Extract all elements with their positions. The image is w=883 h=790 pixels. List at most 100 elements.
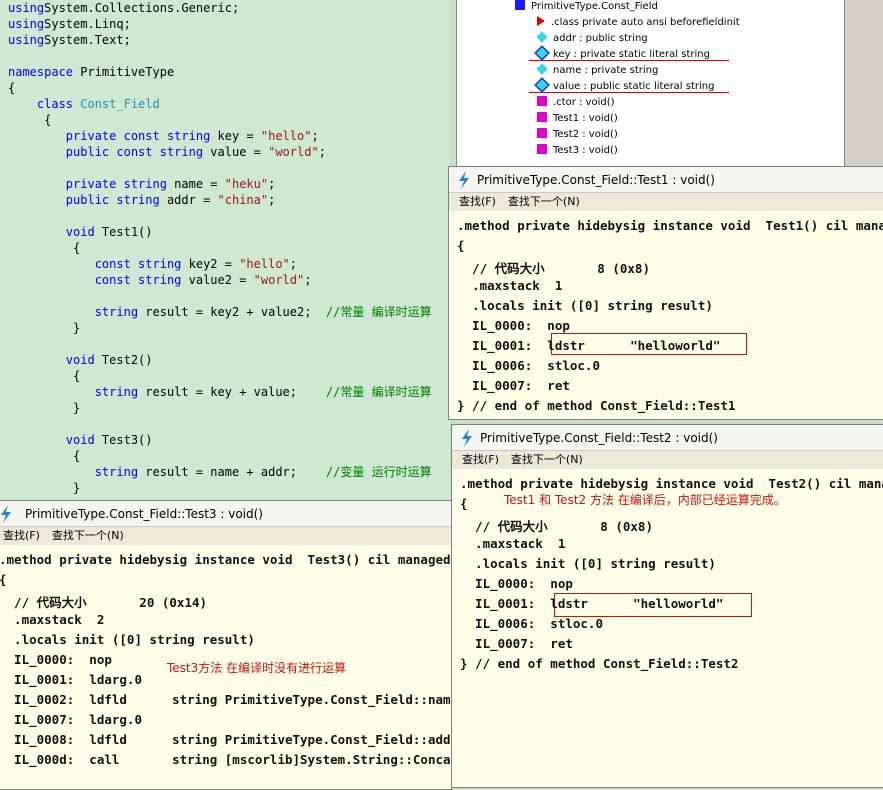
code-editor[interactable]: usingSystem.Collections.Generic; usingSys… — [0, 0, 450, 500]
il-line: { — [457, 238, 465, 253]
tree-item-label: addr : public string — [553, 33, 648, 44]
code-line: string result = key2 + value2; //常量 编译时运… — [8, 304, 432, 320]
tree-item[interactable]: addr : public string — [536, 31, 648, 47]
code-token: System.Linq; — [44, 17, 131, 31]
code-token: ; — [268, 193, 276, 207]
code-token: { — [8, 241, 81, 255]
menu-find[interactable]: 查找(F) — [459, 195, 496, 208]
il-line: .maxstack 1 — [457, 278, 563, 293]
il-window-test1[interactable]: PrimitiveType.Const_Field::Test1 : void(… — [448, 166, 883, 420]
menu-find[interactable]: 查找(F) — [3, 529, 40, 542]
code-line: } — [8, 480, 80, 496]
menu-find[interactable]: 查找(F) — [462, 453, 499, 466]
code-line: public string addr = "china"; — [8, 192, 276, 208]
code-line: { — [8, 240, 80, 256]
code-token: string — [94, 465, 139, 479]
menu-find-next[interactable]: 查找下一个(N) — [508, 195, 580, 208]
tree-item[interactable]: .ctor : void() — [537, 95, 615, 111]
code-line: string result = key + value; //常量 编译时运算 — [8, 384, 432, 400]
tree-item[interactable]: key : private static literal string — [534, 45, 710, 63]
code-token: key2 = — [181, 257, 240, 271]
class-info-icon — [537, 16, 545, 26]
annotation-note: Test1 和 Test2 方法 在编译后，内部已经运算完成。 — [504, 493, 786, 507]
tree-item[interactable]: Test2 : void() — [537, 127, 618, 143]
window-titlebar[interactable]: PrimitiveType.Const_Field::Test2 : void(… — [452, 425, 883, 451]
il-window-test3[interactable]: PrimitiveType.Const_Field::Test3 : void(… — [0, 500, 452, 790]
code-token: "hello" — [260, 129, 312, 143]
tree-item[interactable]: .class private auto ansi beforefieldinit — [537, 15, 740, 31]
code-token: value2 = — [181, 273, 254, 287]
code-token: //变量 运行时运算 — [325, 465, 432, 479]
tree-item[interactable]: Test1 : void() — [537, 111, 618, 127]
code-line: const string value2 = "world"; — [8, 272, 312, 288]
code-token: ; — [268, 177, 276, 191]
il-line: // 代码大小 8 (0x8) — [457, 261, 650, 276]
window-titlebar[interactable]: PrimitiveType.Const_Field::Test3 : void(… — [0, 501, 451, 527]
menu-find-next[interactable]: 查找下一个(N) — [511, 453, 583, 466]
code-line: private const string key = "hello"; — [8, 128, 319, 144]
code-token: Test1() — [94, 225, 153, 239]
menu-find-next[interactable]: 查找下一个(N) — [52, 529, 124, 542]
il-line: .method private hidebysig instance void … — [457, 218, 883, 233]
il-code[interactable]: .method private hidebysig instance void … — [449, 211, 883, 419]
tree-item[interactable]: name : private string — [536, 63, 659, 79]
tree-item[interactable]: value : public static literal string — [534, 77, 714, 95]
il-line: .maxstack 2 — [0, 612, 105, 627]
code-line: usingSystem.Linq; — [8, 16, 131, 32]
code-token: } — [8, 321, 81, 335]
code-token: "hello" — [239, 257, 290, 271]
il-line: .locals init ([0] string result) — [457, 298, 713, 313]
tree-item-label: name : private string — [553, 65, 659, 76]
window-titlebar[interactable]: PrimitiveType.Const_Field::Test1 : void(… — [449, 167, 883, 193]
code-token: { — [8, 81, 16, 95]
il-code[interactable]: Test1 和 Test2 方法 在编译后，内部已经运算完成。 .method … — [452, 469, 883, 787]
code-token: Test3() — [94, 433, 153, 447]
code-line: { — [8, 80, 15, 96]
code-line: { — [8, 448, 80, 464]
code-token: "heku" — [224, 177, 269, 191]
ildasm-tree[interactable]: PrimitiveType.Const_Field .class private … — [456, 0, 845, 166]
il-line: IL_0008: ldfld string PrimitiveType.Cons… — [0, 732, 451, 747]
code-token: using — [8, 1, 45, 15]
method-icon — [537, 128, 547, 138]
code-line: } — [8, 400, 80, 416]
code-token: ; — [311, 129, 319, 143]
code-line: void Test2() — [8, 352, 153, 368]
il-window-test2[interactable]: PrimitiveType.Const_Field::Test2 : void(… — [451, 424, 883, 788]
code-line: public const string value = "world"; — [8, 144, 326, 160]
il-line: IL_0006: stloc.0 — [457, 358, 600, 373]
tree-item[interactable]: PrimitiveType.Const_Field — [515, 0, 658, 15]
il-line: IL_0007: ret — [457, 378, 570, 393]
menu-bar: 查找(F) 查找下一个(N) — [0, 527, 451, 545]
il-line: IL_0000: nop — [457, 318, 570, 333]
code-token: "world" — [253, 273, 305, 287]
code-token: string — [94, 385, 139, 399]
il-line: { — [0, 572, 7, 587]
field-icon — [536, 31, 548, 43]
code-token: const string — [94, 257, 182, 271]
menu-bar: 查找(F) 查找下一个(N) — [452, 451, 883, 469]
field-icon — [536, 63, 548, 75]
annotation-note: Test3方法 在编译时没有进行运算 — [167, 661, 347, 675]
il-line: // 代码大小 8 (0x8) — [460, 519, 653, 534]
code-token: public string — [65, 193, 160, 207]
code-line: namespace PrimitiveType — [8, 64, 174, 80]
tree-item[interactable]: Test3 : void() — [537, 143, 618, 159]
window-title: PrimitiveType.Const_Field::Test2 : void(… — [480, 431, 718, 445]
il-line: IL_000d: call string [mscorlib]System.St… — [14, 752, 451, 767]
method-icon — [537, 144, 547, 154]
il-code[interactable]: Test3方法 在编译时没有进行运算 .method private hideb… — [0, 545, 451, 789]
code-token: } — [8, 481, 81, 495]
il-line: IL_0001: ldarg.0 — [0, 672, 142, 687]
il-line: .locals init ([0] string result) — [0, 632, 255, 647]
code-token: ; — [289, 257, 298, 271]
code-token: result = name + addr; — [138, 465, 326, 479]
tree-item-label: .class private auto ansi beforefieldinit — [551, 17, 740, 28]
